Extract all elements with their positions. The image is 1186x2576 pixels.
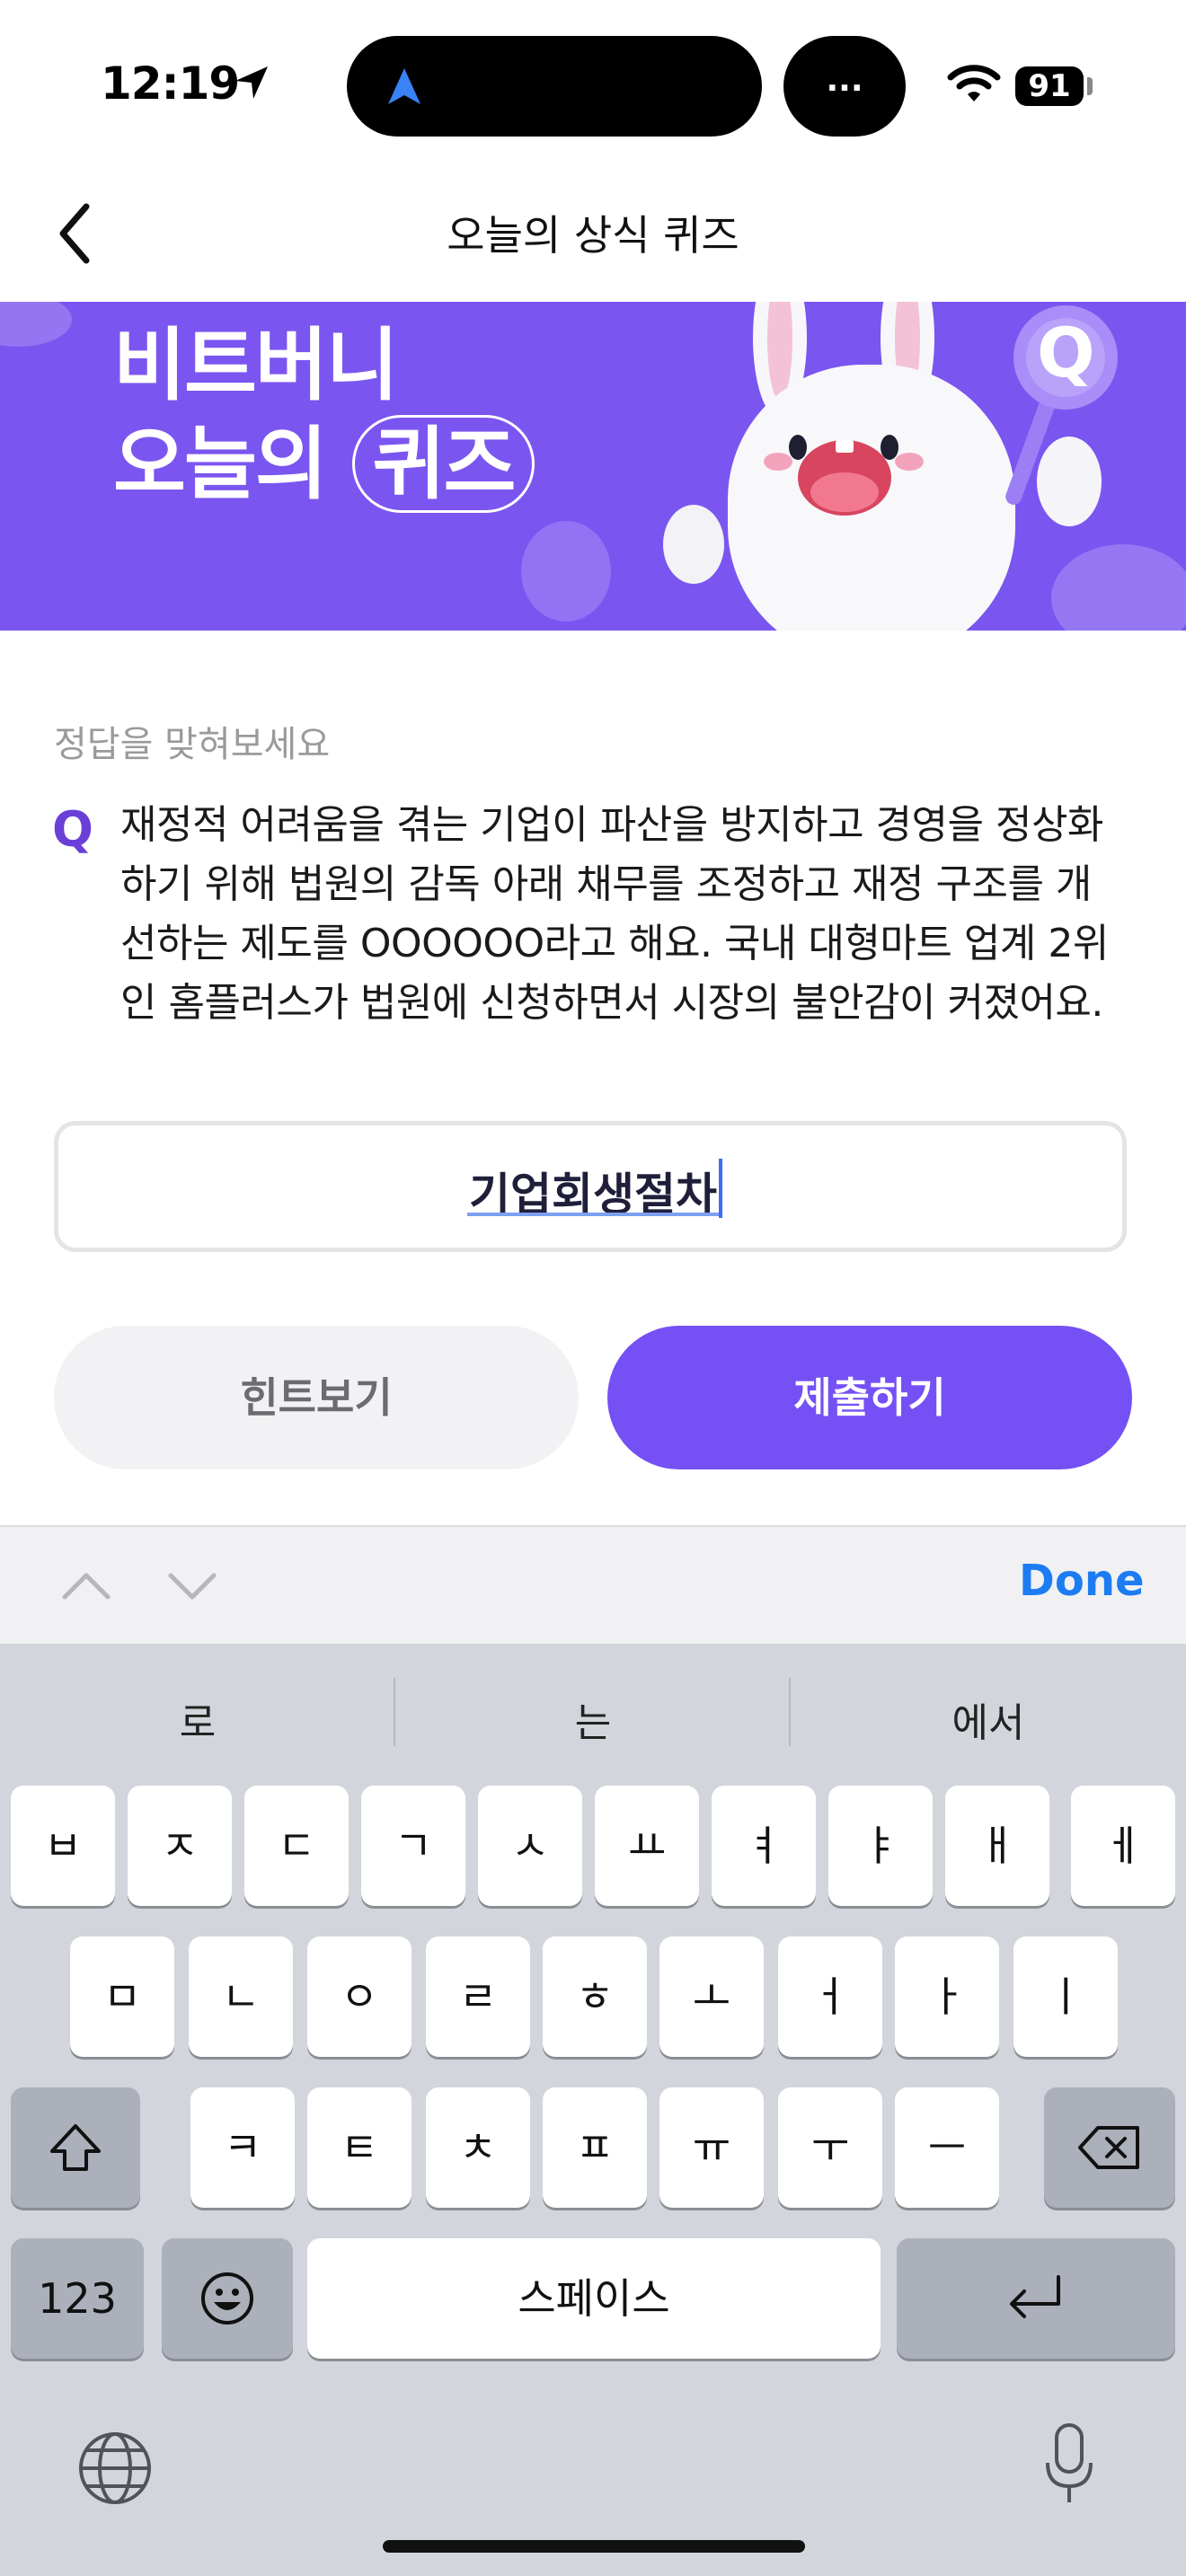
location-arrow-icon (235, 66, 268, 99)
numbers-key[interactable]: 123 (11, 2238, 144, 2359)
navigation-arrow-icon (388, 68, 420, 104)
shift-key[interactable] (11, 2087, 140, 2208)
return-icon (1010, 2275, 1060, 2318)
key[interactable]: ㅊ (426, 2087, 530, 2208)
chevron-up-icon[interactable] (59, 1563, 113, 1608)
return-key[interactable] (897, 2238, 1175, 2359)
key[interactable]: ㅕ (712, 1786, 816, 1906)
keyboard-accessory-bar: Done (0, 1525, 1186, 1644)
status-time: 12:19 (101, 57, 240, 110)
key[interactable]: ㅑ (828, 1786, 933, 1906)
emoji-key[interactable] (162, 2238, 293, 2359)
battery-indicator: 91 (1015, 66, 1084, 106)
key[interactable]: ㅣ (1013, 1936, 1118, 2057)
banner-q-badge: Q (1037, 313, 1095, 393)
key[interactable]: ㅌ (307, 2087, 412, 2208)
key[interactable]: ㅅ (478, 1786, 582, 1906)
key[interactable]: ㅡ (895, 2087, 999, 2208)
key[interactable]: ㅎ (543, 1936, 647, 2057)
page-title: 오늘의 상식 퀴즈 (447, 211, 739, 260)
key[interactable]: ㅍ (543, 2087, 647, 2208)
key[interactable]: ㅇ (307, 1936, 412, 2057)
key[interactable]: ㅏ (895, 1936, 999, 2057)
submit-button[interactable]: 제출하기 (607, 1326, 1132, 1469)
done-button[interactable]: Done (1019, 1556, 1145, 1606)
battery-cap (1087, 77, 1093, 95)
key[interactable]: ㅁ (70, 1936, 174, 2057)
question-line: 하기 위해 법원의 감독 아래 채무를 조정하고 재정 구조를 개 (120, 861, 1092, 907)
delete-key[interactable] (1044, 2087, 1175, 2208)
key[interactable]: ㅓ (778, 1936, 882, 2057)
quiz-banner: 비트버니 오늘의 퀴즈 Q (0, 302, 1186, 631)
question-line: 재정적 어려움을 겪는 기업이 파산을 방지하고 경영을 정상화 (120, 802, 1103, 848)
key[interactable]: ㅠ (659, 2087, 764, 2208)
home-indicator (383, 2540, 805, 2553)
suggestion-item[interactable]: 로 (0, 1690, 395, 1748)
key[interactable]: ㄱ (361, 1786, 465, 1906)
suggestion-item[interactable]: 에서 (791, 1690, 1186, 1748)
suggestion-item[interactable]: 는 (395, 1690, 791, 1748)
question-mark-label: Q (52, 801, 93, 858)
banner-highlight: 퀴즈 (351, 415, 535, 513)
key[interactable]: ㅋ (190, 2087, 295, 2208)
key[interactable]: ㅗ (659, 1936, 764, 2057)
hint-button[interactable]: 힌트보기 (54, 1326, 579, 1469)
key[interactable]: ㄴ (189, 1936, 293, 2057)
composition-underline (467, 1213, 719, 1216)
key[interactable]: ㅂ (11, 1786, 115, 1906)
dynamic-island-pill[interactable]: ... (783, 36, 906, 137)
key[interactable]: ㅔ (1071, 1786, 1175, 1906)
microphone-icon[interactable] (1042, 2422, 1096, 2506)
banner-title-line2: 오늘의 퀴즈 (113, 401, 535, 515)
space-key[interactable]: 스페이스 (307, 2238, 881, 2359)
key[interactable]: ㅜ (778, 2087, 882, 2208)
banner-line2-prefix: 오늘의 (113, 418, 352, 510)
key[interactable]: ㅛ (595, 1786, 699, 1906)
text-caret (719, 1159, 722, 1218)
banner-title-line1: 비트버니 (113, 319, 399, 411)
question-line: 인 홈플러스가 법원에 신청하면서 시장의 불안감이 커졌어요. (120, 980, 1103, 1026)
wifi-icon (947, 65, 1001, 101)
korean-keyboard: 로 는 에서 ㅂ ㅈ ㄷ ㄱ ㅅ ㅛ ㅕ ㅑ ㅐ ㅔ ㅁ ㄴ ㅇ ㄹ ㅎ ㅗ ㅓ… (0, 1644, 1186, 2576)
key[interactable]: ㄷ (244, 1786, 349, 1906)
key[interactable]: ㅐ (945, 1786, 1049, 1906)
key[interactable]: ㄹ (426, 1936, 530, 2057)
backspace-icon (1078, 2126, 1139, 2169)
question-text: 재정적 어려움을 겪는 기업이 파산을 방지하고 경영을 정상화 하기 위해 법… (120, 796, 1145, 1033)
shift-icon (50, 2124, 101, 2171)
dynamic-island[interactable] (347, 36, 762, 137)
emoji-icon (201, 2272, 253, 2325)
question-line: 선하는 제도를 OOOOOO라고 해요. 국내 대형마트 업계 2위 (120, 921, 1109, 966)
chevron-down-icon[interactable] (165, 1563, 219, 1608)
globe-icon[interactable] (77, 2430, 153, 2506)
key[interactable]: ㅈ (128, 1786, 232, 1906)
question-prompt: 정답을 맞혀보세요 (54, 724, 331, 765)
